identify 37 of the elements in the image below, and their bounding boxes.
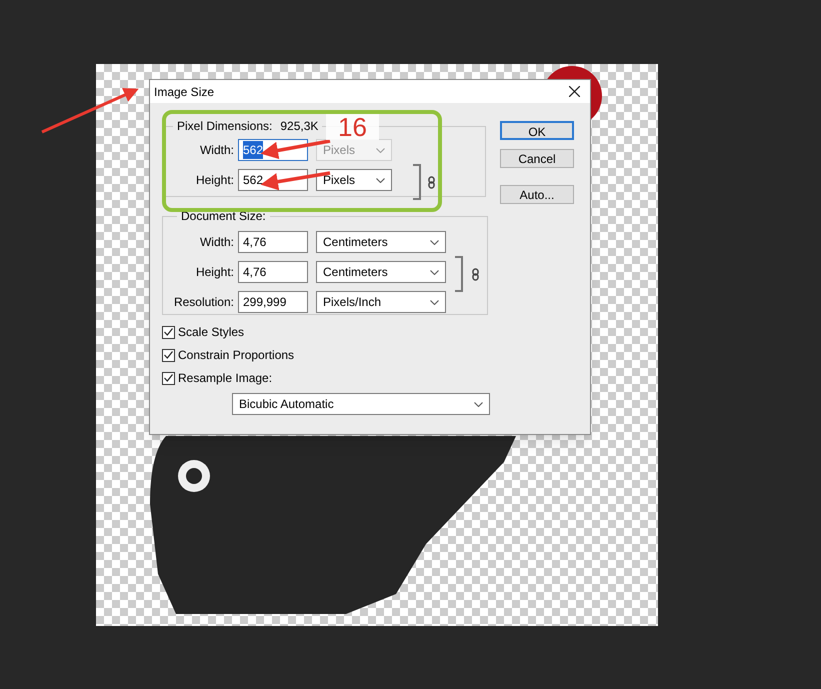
dialog-button[interactable]: Cancel	[500, 149, 574, 168]
checkbox[interactable]	[162, 372, 175, 384]
field-label: Resolution:	[172, 294, 235, 311]
annotation-number: 16	[326, 114, 379, 140]
chevron-down-icon	[430, 270, 439, 274]
resample-dropdown[interactable]: Bicubic Automatic	[232, 393, 490, 415]
link-icon	[428, 176, 435, 189]
field-label: Width:	[198, 234, 235, 251]
close-icon	[568, 86, 580, 97]
chevron-down-icon	[430, 300, 439, 304]
window-title: Image Size	[154, 84, 214, 100]
field-label: Height:	[194, 172, 235, 189]
checkbox[interactable]	[162, 348, 175, 362]
file-size-value: 925,3K	[280, 118, 318, 135]
chevron-down-icon	[474, 402, 483, 406]
link-bracket	[413, 164, 421, 200]
link-icon	[472, 268, 479, 281]
group-label: Pixel Dimensions:	[177, 118, 272, 135]
field-label: Height:	[194, 264, 235, 281]
dialog-button[interactable]: OK	[500, 121, 574, 140]
unit-dropdown[interactable]: Pixels/Inch	[316, 291, 446, 313]
unit-dropdown[interactable]: Pixels	[316, 169, 392, 191]
checkbox-label: Scale Styles	[178, 324, 244, 341]
text-field[interactable]: 4,76	[238, 231, 308, 253]
checkbox-label: Constrain Proportions	[178, 347, 294, 364]
text-field[interactable]: 299,999	[238, 291, 308, 313]
field-label: Width:	[198, 142, 235, 159]
dialog-button[interactable]: Auto...	[500, 185, 574, 204]
text-field[interactable]: 4,76	[238, 261, 308, 283]
chevron-down-icon	[376, 178, 385, 182]
unit-dropdown[interactable]: Centimeters	[316, 231, 446, 253]
group-label: Document Size:	[180, 208, 267, 225]
checkbox-label: Resample Image:	[178, 370, 272, 387]
unit-dropdown[interactable]: Centimeters	[316, 261, 446, 283]
checkbox[interactable]	[162, 326, 175, 338]
chevron-down-icon	[376, 148, 385, 152]
chevron-down-icon	[430, 240, 439, 244]
